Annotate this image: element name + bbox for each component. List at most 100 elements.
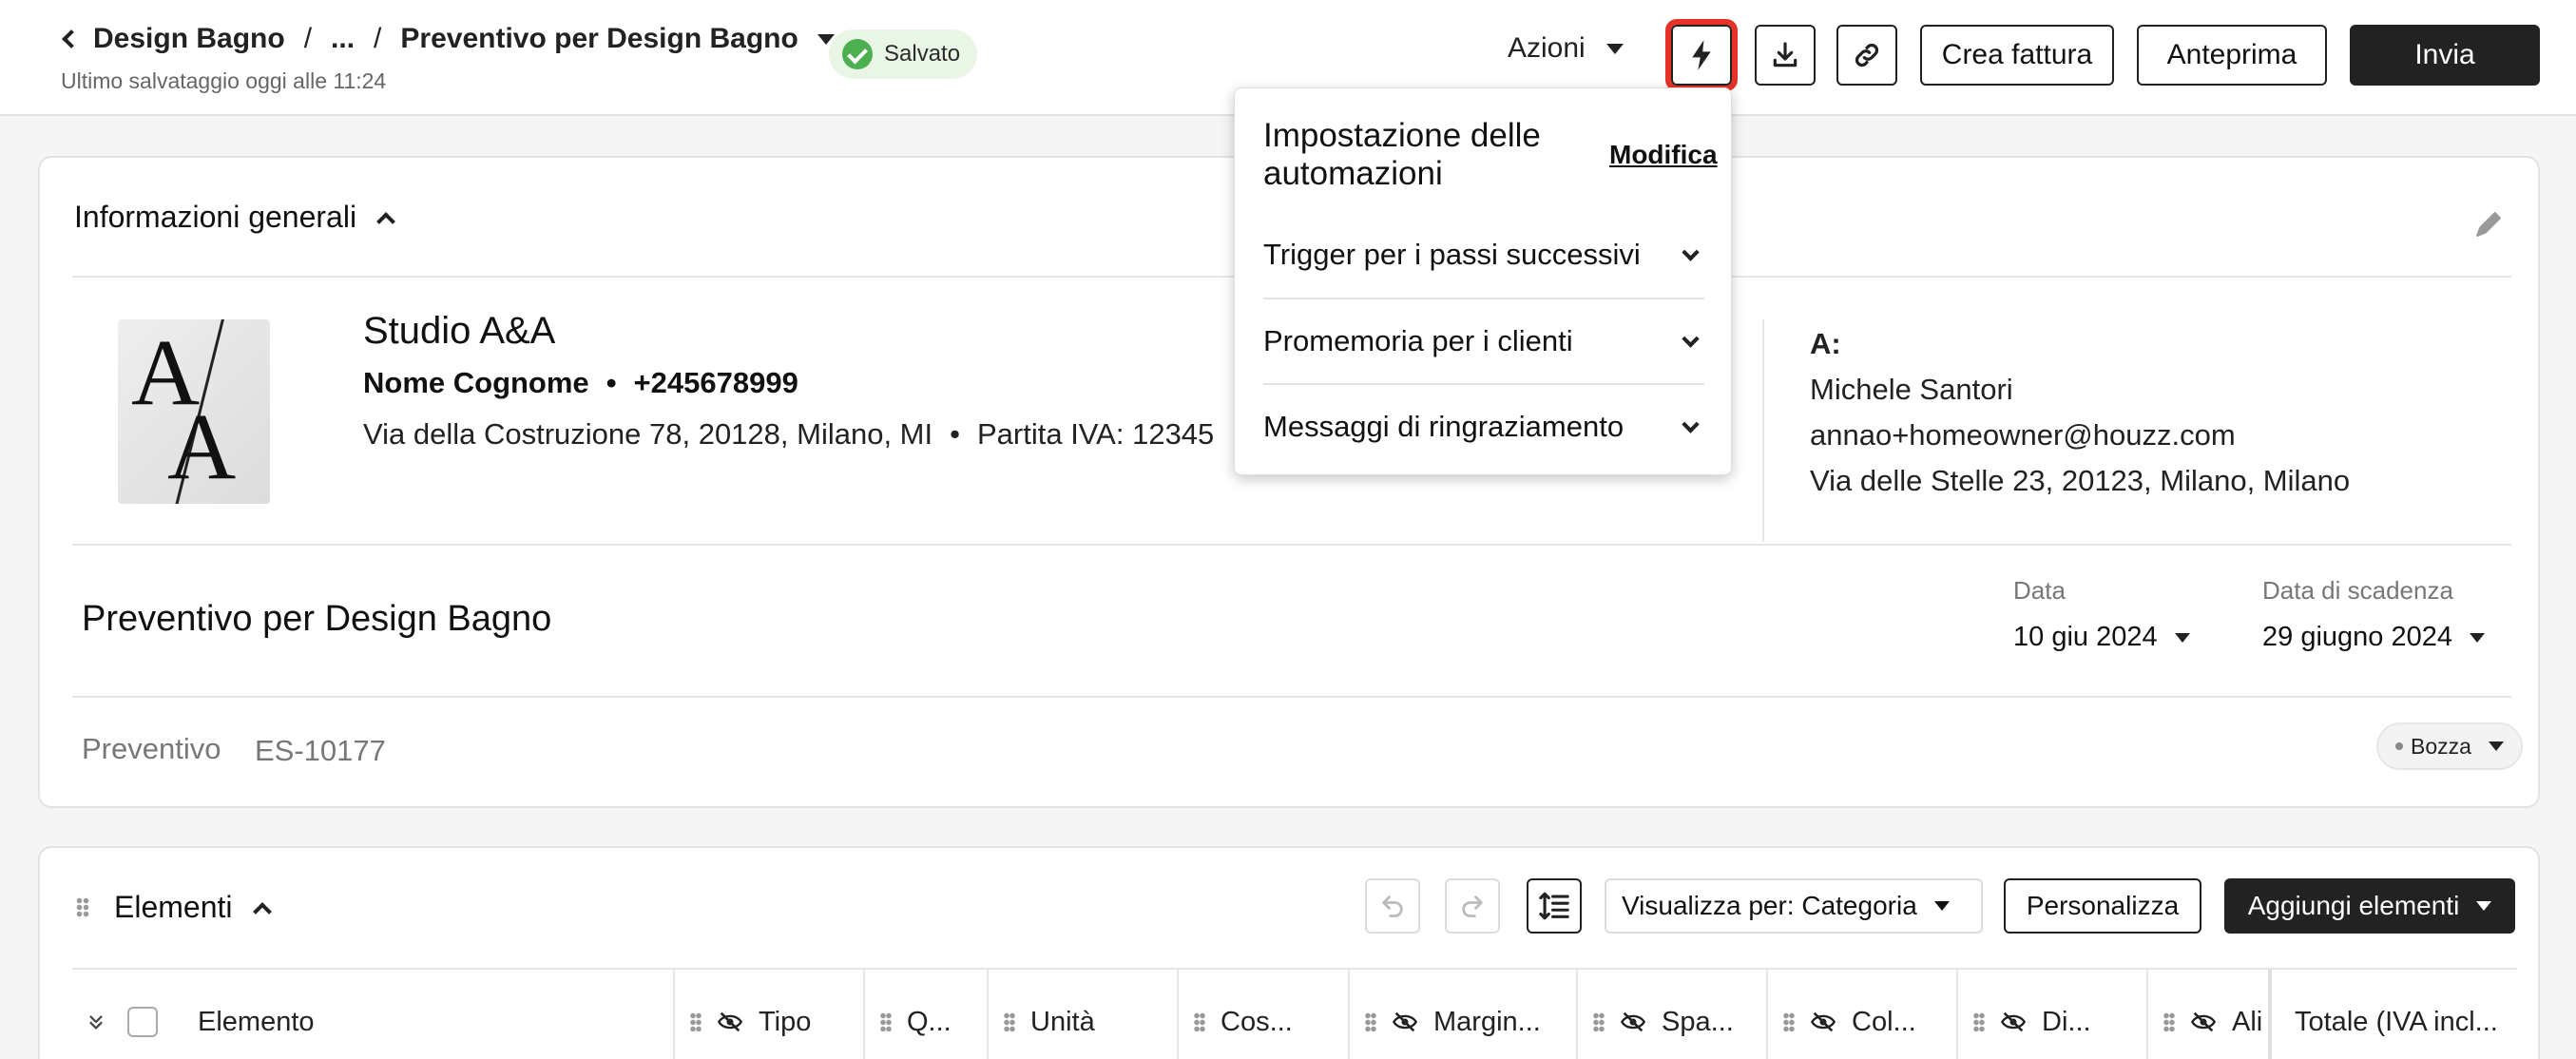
menu-item-thank-you-messages[interactable]: Messaggi di ringraziamento: [1263, 383, 1704, 469]
edit-automation-link[interactable]: Modifica: [1609, 140, 1718, 170]
estimate-number[interactable]: ES-10177: [255, 734, 386, 768]
column-label: Cos...: [1221, 1006, 1293, 1037]
drag-handle-icon[interactable]: [1194, 1012, 1205, 1031]
automation-button[interactable]: [1665, 19, 1738, 91]
menu-item-label: Promemoria per i clienti: [1263, 324, 1573, 357]
column-label: Ali: [2232, 1006, 2263, 1037]
redo-button[interactable]: [1445, 878, 1500, 934]
divider: [72, 696, 2511, 698]
column-other[interactable]: Ali: [2146, 970, 2268, 1059]
due-date-value: 29 giugno 2024: [2262, 622, 2452, 652]
general-info-title: Informazioni generali: [74, 200, 357, 234]
company-contact: Nome Cognome • +245678999: [363, 366, 798, 399]
column-total[interactable]: Totale (IVA incl...: [2268, 970, 2517, 1059]
drag-handle-icon[interactable]: [1365, 1012, 1376, 1031]
breadcrumb-parent[interactable]: Design Bagno: [93, 23, 285, 55]
copy-link-button[interactable]: [1836, 25, 1897, 86]
document-title[interactable]: Preventivo per Design Bagno: [82, 599, 551, 640]
undo-button[interactable]: [1365, 878, 1420, 934]
hidden-eye-icon[interactable]: [2000, 1011, 2027, 1033]
breadcrumb-separator: /: [303, 23, 313, 54]
hidden-eye-icon[interactable]: [1620, 1011, 1646, 1033]
add-items-button[interactable]: Aggiungi elementi: [2224, 878, 2515, 934]
drag-handle-icon[interactable]: [1004, 1012, 1015, 1031]
caret-down-icon: [2469, 632, 2485, 643]
column-color[interactable]: Col...: [1766, 970, 1956, 1059]
column-label: Tipo: [759, 1006, 812, 1037]
column-unit[interactable]: Unità: [987, 970, 1177, 1059]
breadcrumb: Design Bagno / ... / Preventivo per Desi…: [61, 23, 835, 55]
select-all-checkbox[interactable]: [127, 1007, 158, 1037]
automation-settings-menu: Impostazione delle automazioni Modifica …: [1234, 87, 1732, 475]
column-label: Spa...: [1662, 1006, 1734, 1037]
caret-down-icon: [2174, 632, 2190, 643]
status-badge[interactable]: Bozza: [2376, 722, 2523, 770]
column-label: Di...: [2042, 1006, 2091, 1037]
hidden-eye-icon[interactable]: [1810, 1011, 1836, 1033]
view-by-select[interactable]: Visualizza per: Categoria: [1605, 878, 1983, 934]
column-label: Elemento: [198, 1006, 315, 1037]
contact-phone: +245678999: [633, 366, 798, 399]
send-button[interactable]: Invia: [2350, 25, 2540, 86]
expand-all-icon[interactable]: [86, 1011, 106, 1032]
menu-item-next-steps-trigger[interactable]: Trigger per i passi successivi: [1263, 212, 1704, 298]
company-info: Studio A&A Nome Cognome • +245678999 Via d…: [363, 310, 1214, 452]
pencil-icon[interactable]: [2470, 205, 2508, 243]
client-email: annao+homeowner@houzz.com: [1810, 418, 2236, 452]
last-saved-text: Ultimo salvataggio oggi alle 11:24: [61, 68, 387, 93]
breadcrumb-separator: /: [374, 23, 382, 54]
column-margin[interactable]: Margin...: [1348, 970, 1576, 1059]
actions-menu[interactable]: Azioni: [1508, 32, 1624, 65]
drag-handle-icon[interactable]: [1783, 1012, 1795, 1031]
client-to-label: A:: [1810, 327, 1841, 360]
drag-handle-icon[interactable]: [880, 1012, 892, 1031]
divider: [72, 544, 2511, 546]
drag-handle-icon[interactable]: [1593, 1012, 1605, 1031]
view-by-label: Visualizza per: Categoria: [1622, 891, 1917, 920]
date-picker[interactable]: 10 giu 2024: [2013, 622, 2190, 653]
menu-item-client-reminders[interactable]: Promemoria per i clienti: [1263, 298, 1704, 383]
drag-handle-icon[interactable]: [690, 1012, 702, 1031]
preview-button[interactable]: Anteprima: [2137, 25, 2327, 86]
actions-label: Azioni: [1508, 32, 1586, 64]
back-chevron-icon[interactable]: [62, 29, 81, 48]
status-dot-icon: [2395, 742, 2403, 750]
hidden-eye-icon[interactable]: [717, 1011, 743, 1033]
column-cost[interactable]: Cos...: [1177, 970, 1348, 1059]
elements-header[interactable]: Elementi: [114, 890, 272, 925]
hidden-eye-icon[interactable]: [2190, 1011, 2217, 1033]
undo-icon: [1382, 895, 1403, 917]
client-name: Michele Santori: [1810, 373, 2013, 406]
drag-handle-icon[interactable]: [76, 897, 89, 918]
due-date-picker[interactable]: 29 giugno 2024: [2262, 622, 2485, 653]
menu-item-label: Trigger per i passi successivi: [1263, 238, 1641, 271]
estimate-label: Preventivo: [82, 732, 221, 765]
drag-handle-icon[interactable]: [1973, 1012, 1985, 1031]
date-value: 10 giu 2024: [2013, 622, 2158, 652]
chevron-down-icon: [1682, 414, 1700, 433]
redo-icon: [1462, 895, 1483, 917]
drag-handle-icon[interactable]: [2163, 1012, 2175, 1031]
chevron-up-icon[interactable]: [376, 211, 395, 231]
column-dimensions[interactable]: Di...: [1956, 970, 2146, 1059]
row-height-button[interactable]: [1527, 878, 1582, 934]
elements-title: Elementi: [114, 890, 233, 924]
customize-button[interactable]: Personalizza: [2004, 878, 2201, 934]
caret-down-icon: [1933, 901, 1950, 911]
breadcrumb-ellipsis[interactable]: ...: [331, 23, 355, 55]
create-invoice-button[interactable]: Crea fattura: [1920, 25, 2114, 86]
hidden-eye-icon[interactable]: [1392, 1011, 1418, 1033]
line-spacing-icon: [1539, 892, 1569, 920]
caret-down-icon: [1605, 43, 1624, 54]
column-quantity[interactable]: Q...: [863, 970, 987, 1059]
column-type[interactable]: Tipo: [673, 970, 863, 1059]
column-element[interactable]: Elemento: [72, 970, 662, 1059]
client-address: Via delle Stelle 23, 20123, Milano, Mila…: [1810, 464, 2351, 497]
chevron-up-icon[interactable]: [252, 901, 272, 921]
saved-label: Salvato: [884, 41, 961, 67]
column-shipping[interactable]: Spa...: [1576, 970, 1766, 1059]
download-button[interactable]: [1755, 25, 1816, 86]
download-icon: [1773, 42, 1797, 67]
vertical-divider: [1762, 319, 1764, 542]
general-info-header[interactable]: Informazioni generali: [74, 200, 395, 235]
